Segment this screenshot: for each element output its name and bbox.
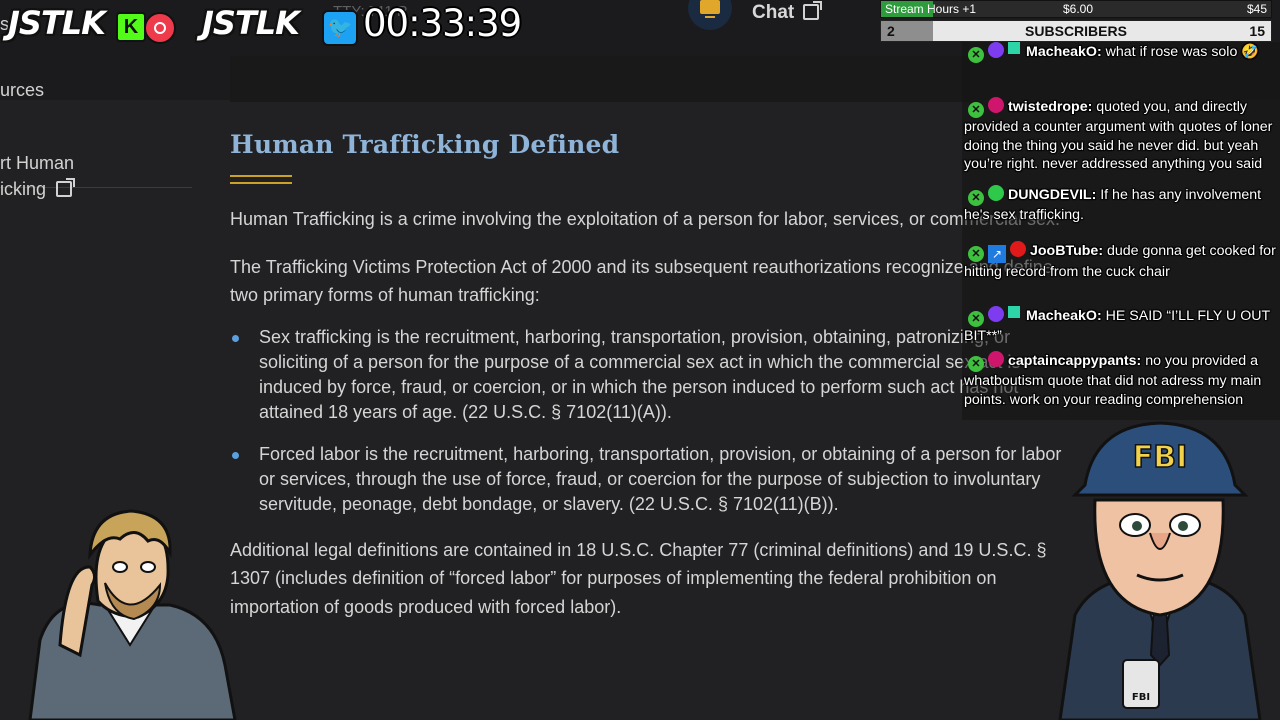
sidebar-item-report-line1[interactable]: rt Human [0,153,74,174]
chat-colon: : [1096,44,1106,60]
goal-amount: $6.00 [1063,2,1094,16]
prime-icon: ↗ [988,245,1006,263]
chat-colon: : [1098,243,1107,259]
sidebar-item-report-line2: icking [0,179,47,199]
fbi-badge-text: FBI [1132,692,1150,703]
list-item-text: Forced labor is the recruitment, harbori… [259,443,1062,514]
user-badge-icon [988,306,1004,322]
bullet-icon [232,451,239,459]
subscriber-goal-bar: SUBSCRIBERS 2 15 [880,20,1272,42]
external-link-icon [56,178,76,197]
external-link-icon [803,1,823,20]
streamer-avatar [28,509,237,720]
gift-icon [1008,42,1020,54]
bullet-icon [232,334,239,342]
user-badge-icon [988,351,1004,367]
chat-link-label: Chat [752,2,795,23]
mod-icon: ✕ [968,102,984,118]
chat-username: MacheakO [1026,308,1097,324]
sidebar-item-resources[interactable]: urces [0,80,44,101]
title-underline [230,175,292,184]
mod-icon: ✕ [968,246,984,262]
mod-icon: ✕ [968,356,984,372]
list-item-text: Sex trafficking is the recruitment, harb… [259,326,1021,422]
chat-message: ✕ twistedrope: quoted you, and directly p… [964,97,1276,174]
chat-username: captaincappypants [1008,353,1137,369]
fbi-agent-avatar: FBI FBI [1058,421,1262,720]
mod-icon: ✕ [968,190,984,206]
user-badge-icon [988,97,1004,113]
list-item-sex-trafficking: Sex trafficking is the recruitment, harb… [230,325,1070,425]
page-title: Human Trafficking Defined [230,130,620,159]
chat-overlay: ✕ MacheakO: what if rose was solo 🤣 ✕ twist… [962,42,1280,420]
chat-text: what if rose was solo 🤣 [1105,44,1259,60]
goal-label: Stream Hours +1 [885,2,977,16]
article: Human Trafficking Defined Human Traffick… [230,130,1070,621]
user-badge-icon [988,42,1004,58]
mod-icon: ✕ [968,311,984,327]
fbi-cap-text: FBI [1133,440,1188,475]
user-badge-icon [988,185,1004,201]
intro-paragraph: Human Trafficking is a crime involving t… [230,209,1061,229]
chat-username: JooBTube [1030,243,1099,259]
chat-username: MacheakO [1026,44,1097,60]
goal-target: $45 [1246,2,1267,16]
tvpa-paragraph: The Trafficking Victims Protection Act o… [230,256,1053,306]
gift-icon [1008,306,1020,318]
subscriber-goal: 15 [1249,23,1265,39]
chat-link[interactable]: Chat [752,1,823,24]
chat-username: DUNGDEVIL [1008,187,1092,203]
chat-colon: : [1087,99,1097,115]
mod-icon: ✕ [968,47,984,63]
chat-message: ✕ captaincappypants: no you provided a wh… [964,351,1276,409]
header-banner [230,56,970,102]
chat-message: ✕ DUNGDEVIL: If he has any involvement he… [964,185,1276,225]
stream-timer: 00:33:39 [363,2,522,45]
kick-logo-text: JSTLK [8,4,106,42]
chat-message: ✕ ↗ JooBTube: dude gonna get cooked for hi… [964,241,1276,282]
additional-definitions-paragraph: Additional legal definitions are contain… [230,539,1047,617]
user-badge-icon [1010,241,1026,257]
chat-message: ✕ MacheakO: HE SAID “I’LL FLY U OUT BIT**… [964,306,1276,346]
subscriber-label: SUBSCRIBERS [1025,23,1127,39]
subscriber-current: 2 [887,23,895,39]
kick-icon: K [116,12,146,42]
twitter-icon: 🐦 [322,10,358,46]
list-item-forced-labor: Forced labor is the recruitment, harbori… [230,442,1070,517]
chat-colon: : [1096,308,1106,324]
twitter-logo-text: JSTLK [202,4,300,42]
chat-username: twistedrope [1008,99,1088,115]
definition-list: Sex trafficking is the recruitment, harb… [230,325,1070,517]
donation-goal-bar: Stream Hours +1 $6.00 $45 [880,0,1272,18]
chat-colon: : [1091,187,1101,203]
sidebar-item-report[interactable]: icking [0,178,76,200]
record-icon [144,12,176,44]
chat-message: ✕ MacheakO: what if rose was solo 🤣 [964,42,1276,63]
chat-colon: : [1136,353,1146,369]
